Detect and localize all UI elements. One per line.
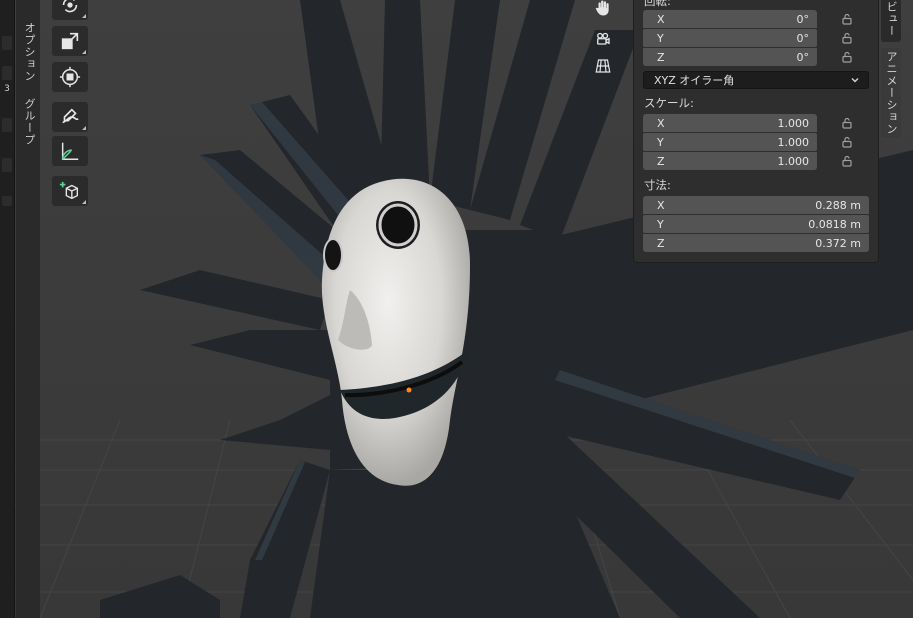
- field-value: 0°: [796, 31, 810, 45]
- tab-animation[interactable]: アニメーション: [881, 48, 901, 138]
- lock-icon[interactable]: [841, 51, 853, 63]
- rotation-y-field[interactable]: Y 0°: [643, 29, 817, 47]
- axis-label: X: [657, 12, 665, 26]
- dropdown-value: XYZ オイラー角: [654, 74, 735, 87]
- field-value: 0.0818 m: [808, 217, 861, 231]
- axis-label: Y: [657, 31, 664, 45]
- lock-icon[interactable]: [841, 117, 853, 129]
- dimension-y-field[interactable]: Y 0.0818 m: [643, 215, 869, 233]
- hand-pan-icon: [595, 0, 609, 16]
- lock-icon[interactable]: [841, 155, 853, 167]
- right-vertical-tabs: ビュー アニメーション: [881, 0, 901, 618]
- strip-number: 3: [4, 84, 10, 94]
- dimension-z-field[interactable]: Z 0.372 m: [643, 234, 869, 252]
- field-value: 0.372 m: [815, 236, 861, 250]
- field-value: 1.000: [777, 116, 810, 130]
- origin-dot: [406, 387, 412, 393]
- left-vertical-tabs: オプション グループ: [16, 0, 40, 618]
- field-value: 0°: [796, 50, 810, 64]
- grid-icon: [595, 59, 611, 73]
- chevron-down-icon: [851, 77, 859, 83]
- tab-view[interactable]: ビュー: [881, 0, 901, 42]
- axis-label: X: [657, 116, 665, 130]
- scale-x-field[interactable]: X 1.000: [643, 114, 817, 132]
- rotation-mode-dropdown[interactable]: XYZ オイラー角: [643, 71, 869, 89]
- measure-icon: [61, 142, 79, 160]
- transform-tool-button[interactable]: [52, 62, 88, 92]
- field-value: 1.000: [777, 135, 810, 149]
- add-cube-icon: [59, 181, 79, 200]
- scale-tool-button[interactable]: [52, 26, 88, 56]
- axis-label: Y: [657, 217, 664, 231]
- axis-label: Y: [657, 135, 664, 149]
- left-edge-strip: 3: [0, 0, 15, 618]
- axis-label: Z: [657, 154, 665, 168]
- strip-notch: [2, 196, 12, 206]
- rotation-z-field[interactable]: Z 0°: [643, 48, 817, 66]
- field-value: 0.288 m: [815, 198, 861, 212]
- scale-icon: [61, 32, 79, 50]
- rotation-x-field[interactable]: X 0°: [643, 10, 817, 28]
- strip-notch: [2, 66, 12, 80]
- strip-notch: [2, 158, 12, 172]
- tab-group[interactable]: グループ: [21, 98, 37, 146]
- strip-notch: [2, 118, 12, 132]
- rotate-icon: [62, 0, 78, 13]
- annotate-icon: [62, 108, 79, 124]
- dimension-x-field[interactable]: X 0.288 m: [643, 196, 869, 214]
- annotate-tool-button[interactable]: [52, 102, 88, 132]
- axis-label: Z: [657, 236, 665, 250]
- dimensions-label: 寸法:: [644, 178, 671, 192]
- pan-view-button[interactable]: [590, 0, 616, 20]
- tab-option[interactable]: オプション: [21, 22, 37, 82]
- transform-panel: 回転: X 0° Y 0° Z 0° XYZ オイラー角 スケール: X 1.0…: [633, 0, 879, 263]
- axis-label: X: [657, 198, 665, 212]
- lock-icon[interactable]: [841, 13, 853, 25]
- lock-icon[interactable]: [841, 32, 853, 44]
- axis-label: Z: [657, 50, 665, 64]
- add-cube-tool-button[interactable]: [52, 176, 88, 206]
- camera-view-button[interactable]: [590, 26, 616, 50]
- rotation-label: 回転:: [644, 0, 671, 8]
- strip-notch: [2, 36, 12, 50]
- scale-z-field[interactable]: Z 1.000: [643, 152, 817, 170]
- transform-icon: [59, 66, 81, 88]
- perspective-toggle-button[interactable]: [590, 54, 616, 78]
- field-value: 0°: [796, 12, 810, 26]
- scale-y-field[interactable]: Y 1.000: [643, 133, 817, 151]
- field-value: 1.000: [777, 154, 810, 168]
- camera-icon: [597, 32, 610, 45]
- measure-tool-button[interactable]: [52, 136, 88, 166]
- rotate-tool-button[interactable]: [52, 0, 88, 20]
- lock-icon[interactable]: [841, 136, 853, 148]
- scale-label: スケール:: [644, 96, 694, 110]
